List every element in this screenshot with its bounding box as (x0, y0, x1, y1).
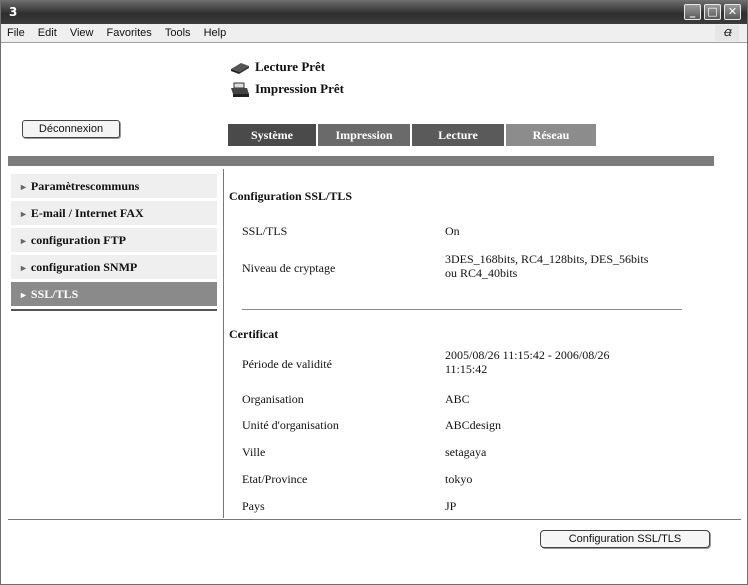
arrow-right-icon: ► (19, 290, 28, 300)
menu-bar: File Edit View Favorites Tools Help ꬰ (1, 24, 747, 43)
sidebar-item-snmp[interactable]: ► configuration SNMP (11, 255, 217, 280)
minimize-button[interactable]: _ (684, 4, 701, 20)
state-value: tokyo (445, 472, 473, 486)
arrow-right-icon: ► (19, 236, 28, 246)
menu-tools[interactable]: Tools (160, 24, 196, 41)
encryption-level-label: Niveau de cryptage (242, 261, 336, 275)
title-bar[interactable]: 3 _ □ ✕ (1, 1, 747, 24)
menu-help[interactable]: Help (199, 24, 232, 41)
validity-label: Période de validité (242, 357, 332, 371)
browser-window: 3 _ □ ✕ File Edit View Favorites Tools H… (0, 0, 748, 585)
validity-value: 2005/08/26 11:15:42 - 2006/08/26 11:15:4… (445, 348, 610, 376)
footer-divider (8, 519, 741, 520)
validity-line2: 11:15:42 (445, 362, 488, 376)
section-separator (242, 309, 682, 310)
encryption-level-line2: ou RC4_40bits (445, 266, 518, 280)
printer-status-text: Impression Prêt (255, 81, 344, 96)
scanner-status: Lecture Prêt (229, 59, 325, 76)
menu-edit[interactable]: Edit (33, 24, 62, 41)
tab-lecture[interactable]: Lecture (412, 124, 504, 146)
sidebar: ► Paramètrescommuns ► E-mail / Internet FA… (11, 174, 217, 311)
organisation-value: ABC (445, 392, 470, 406)
header-divider (8, 156, 714, 166)
city-label: Ville (242, 445, 266, 459)
sidebar-item-label: E-mail / Internet FAX (30, 206, 144, 220)
printer-icon (231, 82, 249, 98)
sidebar-item-label: configuration SNMP (30, 260, 138, 274)
sidebar-item-parametres-communs[interactable]: ► Paramètrescommuns (11, 174, 217, 199)
ssl-tls-value: On (445, 224, 460, 238)
browser-logo-icon: ꬰ (715, 25, 739, 41)
menu-favorites[interactable]: Favorites (102, 24, 157, 41)
country-label: Pays (242, 499, 265, 513)
country-value: JP (445, 499, 457, 513)
scanner-status-text: Lecture Prêt (255, 59, 326, 74)
org-unit-label: Unité d'organisation (242, 418, 339, 432)
ssl-section-title: Configuration SSL/TLS (229, 189, 353, 203)
ssl-tls-label: SSL/TLS (242, 224, 288, 238)
scanner-icon (231, 63, 249, 75)
organisation-label: Organisation (242, 392, 304, 406)
logout-button[interactable]: Déconnexion (22, 120, 120, 138)
app-icon: 3 (9, 5, 18, 19)
sidebar-item-label: configuration FTP (30, 233, 126, 247)
menu-view[interactable]: View (65, 24, 99, 41)
city-value: setagaya (445, 445, 487, 459)
sidebar-underline (11, 309, 217, 311)
arrow-right-icon: ► (19, 263, 28, 273)
ssl-tls-config-button[interactable]: Configuration SSL/TLS (540, 530, 710, 548)
column-divider (223, 169, 224, 518)
state-label: Etat/Province (242, 472, 308, 486)
maximize-button[interactable]: □ (704, 4, 721, 20)
encryption-level-value: 3DES_168bits, RC4_128bits, DES_56bits ou… (445, 252, 648, 280)
org-unit-value: ABCdesign (445, 418, 502, 432)
tab-reseau[interactable]: Réseau (506, 124, 596, 146)
tab-impression[interactable]: Impression (318, 124, 410, 146)
sidebar-item-ssl-tls[interactable]: ► SSL/TLS (11, 282, 217, 307)
encryption-level-line1: 3DES_168bits, RC4_128bits, DES_56bits (445, 252, 649, 266)
menu-file[interactable]: File (1, 24, 30, 41)
sidebar-item-email-fax[interactable]: ► E-mail / Internet FAX (11, 201, 217, 226)
tab-systeme[interactable]: Système (228, 124, 316, 146)
arrow-right-icon: ► (19, 182, 28, 192)
validity-line1: 2005/08/26 11:15:42 - 2006/08/26 (445, 348, 610, 362)
sidebar-item-label: SSL/TLS (30, 287, 79, 301)
sidebar-item-label: Paramètrescommuns (30, 179, 140, 193)
sidebar-item-ftp[interactable]: ► configuration FTP (11, 228, 217, 253)
certificate-section-title: Certificat (229, 327, 279, 341)
arrow-right-icon: ► (19, 209, 28, 219)
printer-status: Impression Prêt (229, 81, 344, 98)
close-button[interactable]: ✕ (724, 4, 741, 20)
